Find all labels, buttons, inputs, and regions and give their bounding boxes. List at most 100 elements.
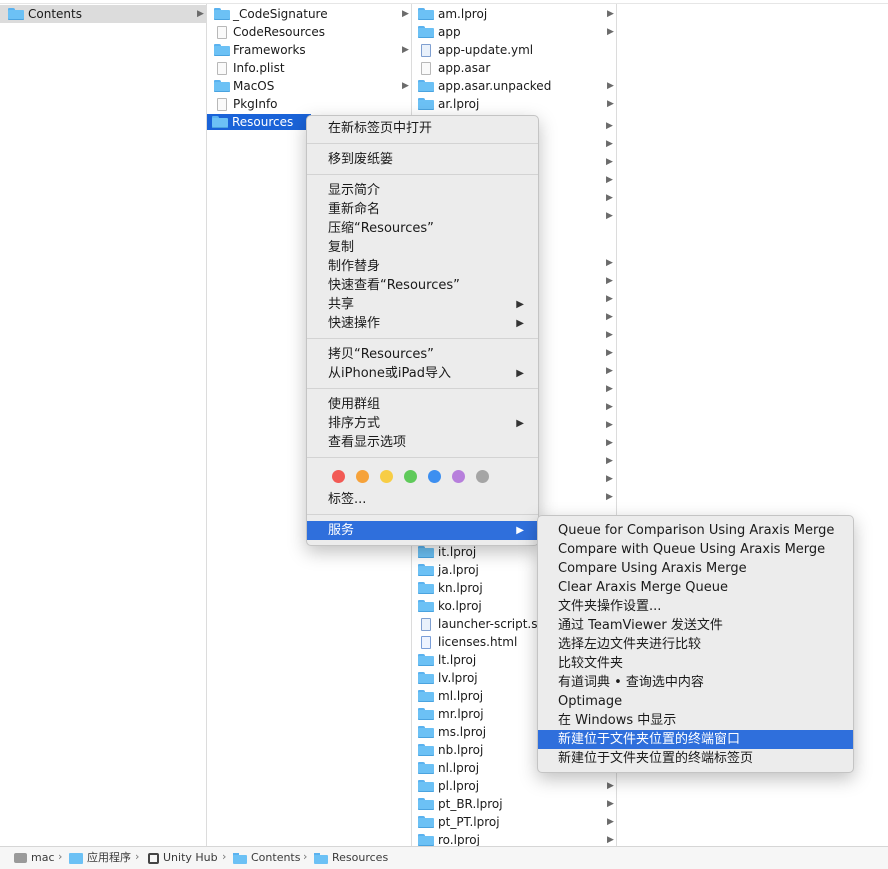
chevron-right-icon: ▶	[606, 258, 613, 268]
list-item[interactable]: pl.lproj ▶	[412, 777, 616, 795]
chevron-right-icon: ▶	[606, 474, 613, 484]
list-item[interactable]: CodeResources	[207, 23, 411, 41]
submenu-item[interactable]: 文件夹操作设置...	[538, 597, 853, 616]
script-icon	[421, 618, 431, 631]
submenu-item[interactable]: Compare Using Araxis Merge	[538, 559, 853, 578]
list-item[interactable]: app.asar	[412, 59, 616, 77]
list-item[interactable]: PkgInfo	[207, 95, 411, 113]
item-label: licenses.html	[438, 635, 518, 649]
submenu-arrow-icon: ▶	[516, 318, 524, 329]
menu-item-show-view-options[interactable]: 查看显示选项	[307, 433, 538, 452]
tag-blue-button[interactable]	[428, 470, 441, 483]
folder-icon	[214, 44, 230, 56]
list-item[interactable]: pt_PT.lproj ▶	[412, 813, 616, 831]
breadcrumb-resources[interactable]: Resources	[314, 851, 388, 865]
list-item[interactable]: ar.lproj ▶	[412, 95, 616, 113]
context-menu: 在新标签页中打开 移到废纸篓 显示简介 重新命名 压缩“Resources” 复…	[306, 115, 539, 546]
item-label: ro.lproj	[438, 833, 480, 846]
list-item[interactable]: app.asar.unpacked ▶	[412, 77, 616, 95]
menu-item-import-from-iphone[interactable]: 从iPhone或iPad导入 ▶	[307, 364, 538, 383]
chevron-right-icon: ▶	[606, 157, 613, 167]
list-item[interactable]: Info.plist	[207, 59, 411, 77]
list-item[interactable]: app-update.yml	[412, 41, 616, 59]
menu-item-get-info[interactable]: 显示简介	[307, 181, 538, 200]
list-item-contents[interactable]: Contents ▶	[0, 5, 206, 23]
chevron-right-icon: ▶	[402, 45, 409, 55]
breadcrumb-applications[interactable]: 应用程序	[69, 851, 131, 865]
chevron-right-icon: ▶	[402, 81, 409, 91]
menu-item-use-groups[interactable]: 使用群组	[307, 395, 538, 414]
chevron-right-icon: ▶	[607, 799, 614, 809]
chevron-right-icon: ▶	[606, 438, 613, 448]
menu-item-move-to-trash[interactable]: 移到废纸篓	[307, 150, 538, 169]
tag-red-button[interactable]	[332, 470, 345, 483]
menu-item-copy[interactable]: 拷贝“Resources”	[307, 345, 538, 364]
chevron-right-icon: ▶	[607, 27, 614, 37]
list-item[interactable]: ro.lproj ▶	[412, 831, 616, 846]
tag-orange-button[interactable]	[356, 470, 369, 483]
list-item[interactable]: _CodeSignature ▶	[207, 5, 411, 23]
folder-icon	[418, 600, 434, 612]
item-label: Info.plist	[233, 61, 285, 75]
submenu-item[interactable]: Compare with Queue Using Araxis Merge	[538, 540, 853, 559]
item-label: app	[438, 25, 461, 39]
item-label: PkgInfo	[233, 97, 278, 111]
item-label: pt_PT.lproj	[438, 815, 500, 829]
list-item[interactable]: am.lproj ▶	[412, 5, 616, 23]
html-file-icon	[421, 636, 431, 649]
submenu-item[interactable]: 有道词典 • 查询选中内容	[538, 673, 853, 692]
item-label: Frameworks	[233, 43, 306, 57]
submenu-item-label: 文件夹操作设置...	[558, 599, 662, 614]
item-label: pl.lproj	[438, 779, 480, 793]
menu-item-quick-look[interactable]: 快速查看“Resources”	[307, 276, 538, 295]
submenu-item[interactable]: 通过 TeamViewer 发送文件	[538, 616, 853, 635]
chevron-right-icon: ▶	[606, 330, 613, 340]
submenu-item[interactable]: Queue for Comparison Using Araxis Merge	[538, 521, 853, 540]
folder-icon	[418, 582, 434, 594]
tag-purple-button[interactable]	[452, 470, 465, 483]
folder-icon	[418, 654, 434, 666]
submenu-arrow-icon: ▶	[516, 299, 524, 310]
item-label: app.asar.unpacked	[438, 79, 552, 93]
tag-green-button[interactable]	[404, 470, 417, 483]
submenu-item-label: Compare Using Araxis Merge	[558, 561, 747, 576]
document-icon	[217, 62, 227, 75]
tag-gray-button[interactable]	[476, 470, 489, 483]
tag-yellow-button[interactable]	[380, 470, 393, 483]
menu-item-compress[interactable]: 压缩“Resources”	[307, 219, 538, 238]
submenu-item-highlighted[interactable]: 新建位于文件夹位置的终端窗口	[538, 730, 853, 749]
submenu-item[interactable]: 选择左边文件夹进行比较	[538, 635, 853, 654]
item-label: nb.lproj	[438, 743, 484, 757]
menu-item-rename[interactable]: 重新命名	[307, 200, 538, 219]
item-label: launcher-script.sh	[438, 617, 546, 631]
submenu-item[interactable]: 在 Windows 中显示	[538, 711, 853, 730]
chevron-right-icon: ▶	[606, 456, 613, 466]
item-label: lt.lproj	[438, 653, 477, 667]
chevron-right-icon: ▶	[197, 9, 204, 19]
menu-item-duplicate[interactable]: 复制	[307, 238, 538, 257]
submenu-item[interactable]: 新建位于文件夹位置的终端标签页	[538, 749, 853, 768]
submenu-item[interactable]: Clear Araxis Merge Queue	[538, 578, 853, 597]
menu-item-label: 复制	[328, 240, 355, 255]
item-label: am.lproj	[438, 7, 488, 21]
list-item[interactable]: app ▶	[412, 23, 616, 41]
breadcrumb-unity-hub[interactable]: Unity Hub	[148, 851, 218, 865]
hard-drive-icon	[14, 853, 27, 863]
menu-item-quick-actions[interactable]: 快速操作 ▶	[307, 314, 538, 333]
submenu-item[interactable]: 比较文件夹	[538, 654, 853, 673]
item-label: lv.lproj	[438, 671, 478, 685]
list-item[interactable]: pt_BR.lproj ▶	[412, 795, 616, 813]
menu-item-make-alias[interactable]: 制作替身	[307, 257, 538, 276]
menu-item-services[interactable]: 服务 ▶	[307, 521, 538, 540]
menu-item-tags[interactable]: 标签...	[307, 490, 538, 509]
submenu-item[interactable]: Optimage	[538, 692, 853, 711]
breadcrumb-contents[interactable]: Contents	[233, 851, 300, 865]
folder-icon	[233, 852, 247, 864]
list-item[interactable]: MacOS ▶	[207, 77, 411, 95]
menu-item-sort-by[interactable]: 排序方式 ▶	[307, 414, 538, 433]
menu-item-share[interactable]: 共享 ▶	[307, 295, 538, 314]
menu-item-open-in-new-tab[interactable]: 在新标签页中打开	[307, 119, 538, 138]
list-item[interactable]: Frameworks ▶	[207, 41, 411, 59]
breadcrumb-mac[interactable]: mac	[14, 851, 55, 865]
chevron-right-icon: ▶	[606, 121, 613, 131]
